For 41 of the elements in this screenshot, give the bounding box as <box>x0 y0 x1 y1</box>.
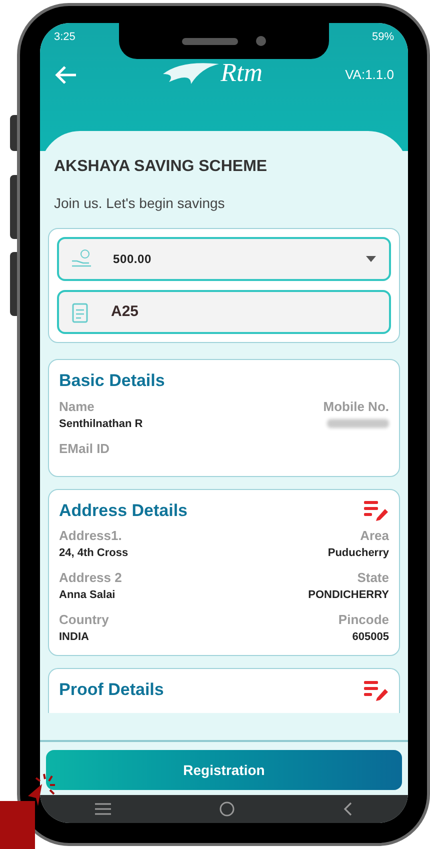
field-value: PONDICHERRY <box>308 588 389 603</box>
step-marker <box>0 801 35 849</box>
field-label: Country <box>59 611 109 629</box>
scheme-subtitle: Join us. Let's begin savings <box>53 194 226 213</box>
field-label: Mobile No. <box>323 398 389 416</box>
field-label: Pincode <box>338 611 389 629</box>
section-title: Address Details <box>59 500 188 522</box>
field-value: 24, 4th Cross <box>59 546 128 561</box>
field-label: Address1. <box>59 527 122 545</box>
field-label: Name <box>59 398 94 416</box>
edit-list-icon[interactable] <box>363 499 389 522</box>
field-value: 605005 <box>352 630 389 645</box>
field-value: Anna Salai <box>59 588 116 603</box>
section-title: Basic Details <box>59 370 165 392</box>
section-title: Proof Details <box>59 679 164 701</box>
amount-dropdown[interactable]: 500.00 <box>57 237 391 281</box>
field-label: EMail ID <box>59 440 110 458</box>
back-chevron-icon[interactable] <box>342 801 354 817</box>
field-label: Area <box>360 527 389 545</box>
field-value: INDIA <box>59 630 89 645</box>
camera-lens <box>256 36 266 46</box>
menu-icon[interactable] <box>94 802 112 816</box>
scheme-title: AKSHAYA SAVING SCHEME <box>53 157 268 177</box>
field-label: State <box>357 569 389 587</box>
field-label: Address 2 <box>59 569 122 587</box>
battery-level: 59% <box>372 30 394 45</box>
code-field[interactable]: A25 <box>57 290 391 334</box>
amount-value: 500.00 <box>113 251 153 268</box>
registration-button[interactable]: Registration <box>46 750 402 790</box>
code-value: A25 <box>111 302 139 322</box>
edit-list-icon[interactable] <box>363 678 389 701</box>
field-value: Senthilnathan R <box>59 416 143 432</box>
field-value: Puducherry <box>328 546 389 561</box>
dropdown-caret-icon <box>365 255 377 263</box>
clipboard-icon <box>71 301 89 323</box>
back-arrow-icon[interactable] <box>54 64 78 84</box>
home-circle-icon[interactable] <box>218 801 235 817</box>
status-time: 3:25 <box>54 30 76 45</box>
speaker-grille <box>182 38 238 44</box>
logo-text: Rtm <box>220 57 262 89</box>
version-label: VA:1.1.0 <box>345 66 394 84</box>
